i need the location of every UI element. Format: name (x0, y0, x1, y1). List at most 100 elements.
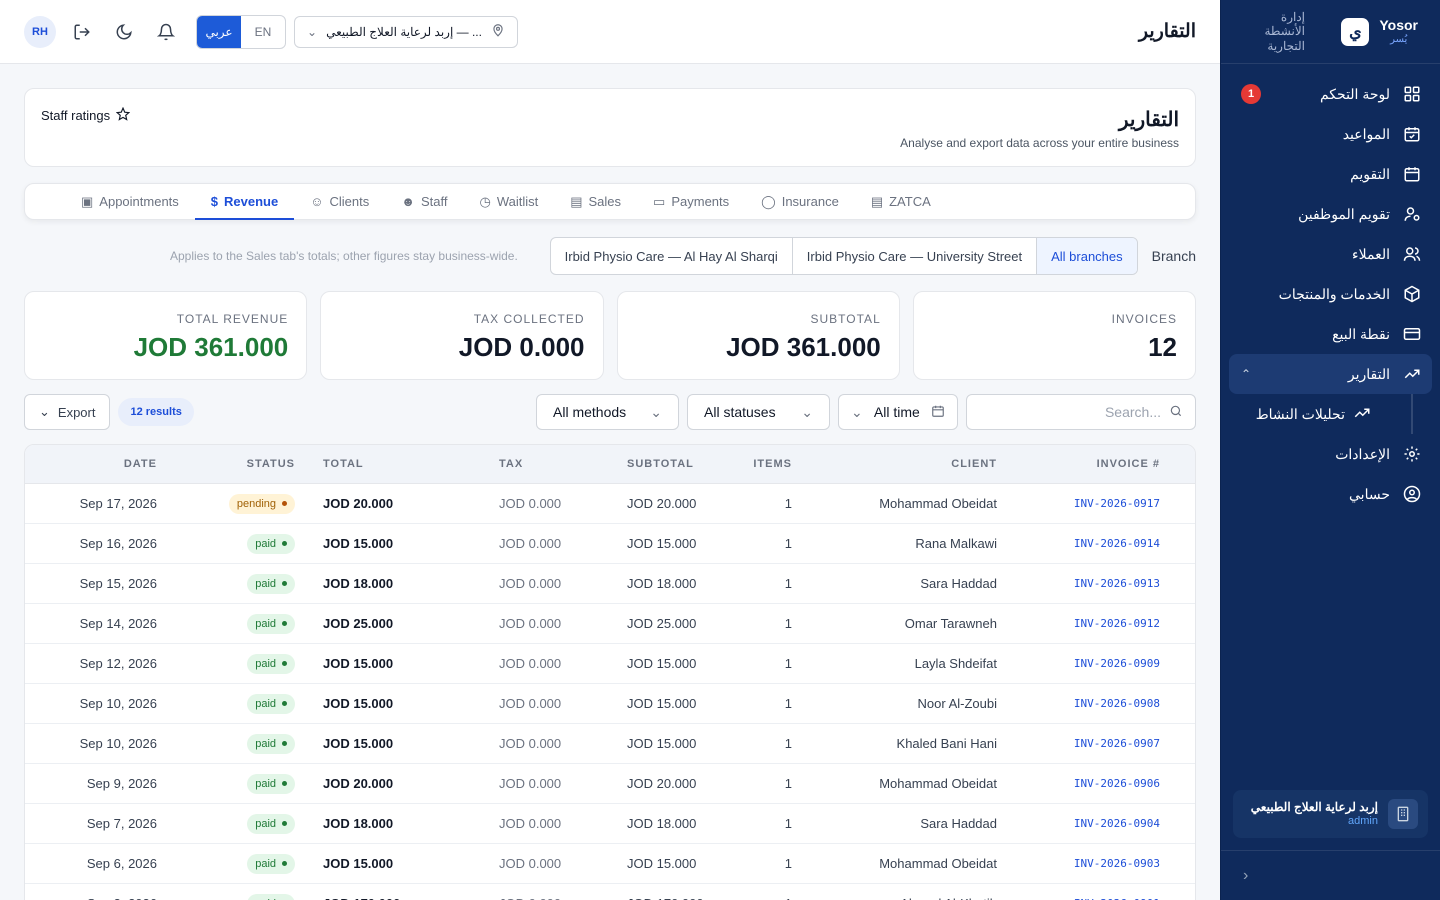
column-header-invoice[interactable]: INVOICE # (997, 458, 1174, 470)
logout-icon[interactable] (66, 16, 98, 48)
cell-items: 1 (784, 856, 792, 871)
column-header-date[interactable]: DATE (25, 458, 157, 470)
column-header-items[interactable]: ITEMS (704, 458, 792, 470)
cell-tax: JOD 0.000 (499, 736, 562, 751)
status-badge: paid (247, 653, 295, 674)
bell-icon[interactable] (150, 16, 182, 48)
cell-total: JOD 15.000 (323, 656, 394, 671)
tab-payments[interactable]: ▭ Payments (637, 184, 745, 219)
cell-invoice[interactable]: INV-2026-0906 (997, 777, 1174, 790)
cell-invoice[interactable]: INV-2026-0917 (997, 497, 1174, 510)
table-row[interactable]: Sep 10, 2026 paid JOD 15.000 JOD 0.000 JOD 1… (25, 684, 1195, 724)
table-row[interactable]: Sep 16, 2026 paid JOD 15.000 JOD 0.000 JOD 1… (25, 524, 1195, 564)
report-title: التقارير (1118, 109, 1179, 131)
cell-subtotal: JOD 15.000 (627, 736, 697, 751)
status-dot (282, 661, 287, 666)
sidebar-item-account[interactable]: حسابي (1229, 474, 1432, 514)
table-row[interactable]: Sep 7, 2026 paid JOD 18.000 JOD 0.000 JOD 18… (25, 804, 1195, 844)
sidebar-item-dashboard[interactable]: 1 لوحة التحكم (1229, 74, 1432, 114)
tab-clients[interactable]: ☺ Clients (294, 184, 385, 219)
table-row[interactable]: Sep 17, 2026 pending JOD 20.000 JOD 0.000 JO… (25, 484, 1195, 524)
collapse-sidebar-button[interactable]: › (1221, 850, 1440, 900)
branch-selector[interactable]: ⌄ إربد لرعاية العلاج الطبيعي — ... (294, 15, 518, 48)
cell-client: Sara Haddad (920, 816, 997, 831)
cell-invoice[interactable]: INV-2026-0909 (997, 657, 1174, 670)
tab-staff[interactable]: ☻ Staff (385, 184, 463, 219)
brand[interactable]: ي Yosor يُسر (1341, 17, 1418, 46)
cell-invoice[interactable]: INV-2026-0914 (997, 537, 1174, 550)
cell-invoice[interactable]: INV-2026-0903 (997, 857, 1174, 870)
cell-total: JOD 170.000 (295, 896, 448, 900)
tab-label: Sales (588, 194, 622, 209)
tab-appointments[interactable]: ▣ Appointments (65, 184, 195, 219)
notification-badge: 1 (1241, 84, 1261, 104)
staff-ratings-link[interactable]: Staff ratings (41, 105, 131, 125)
tab-sales[interactable]: ▤ Sales (554, 184, 637, 219)
branch-option-university-street[interactable]: Irbid Physio Care — University Street (791, 238, 1036, 274)
export-button[interactable]: ⌄ Export (24, 394, 111, 430)
stat-card-total-revenue: TOTAL REVENUE JOD 361.000 (24, 291, 308, 380)
results-count-badge: 12 results (118, 398, 194, 426)
sidebar-item-services[interactable]: الخدمات والمنتجات (1229, 274, 1432, 314)
table-row[interactable]: Sep 3, 2026paidJOD 170.000JOD 0.000JOD 1… (25, 884, 1195, 900)
statuses-select[interactable]: All statuses ⌄ (687, 394, 830, 430)
sidebar-subitem-activity-analytics[interactable]: تحليلات النشاط (1229, 394, 1413, 434)
column-header-subtotal[interactable]: SUBTOTAL (576, 458, 704, 470)
lang-english-button[interactable]: EN (241, 16, 285, 48)
cell-invoice[interactable]: INV-2026-0912 (997, 617, 1174, 630)
cell-subtotal: JOD 15.000 (627, 696, 697, 711)
sidebar-item-pos[interactable]: نقطة البيع (1229, 314, 1432, 354)
tab-revenue[interactable]: $ Revenue (194, 184, 295, 220)
main-content: Staff ratings التقارير Analyse and expor… (24, 88, 1196, 900)
table-row[interactable]: Sep 15, 2026 paid JOD 18.000 JOD 0.000 JOD 1… (25, 564, 1195, 604)
sidebar-item-reports[interactable]: ⌃ التقارير (1229, 354, 1432, 394)
tab-waitlist[interactable]: ◷ Waitlist (463, 184, 554, 219)
chevron-down-icon: ⌄ (801, 403, 813, 420)
column-header-status[interactable]: STATUS (157, 458, 295, 470)
chevron-up-icon[interactable]: ⌃ (1241, 367, 1251, 381)
cell-status: paid (157, 653, 295, 674)
branch-option-all[interactable]: All branches (1036, 238, 1137, 274)
table-row[interactable]: Sep 6, 2026 paid JOD 15.000 JOD 0.000 JOD 15… (25, 844, 1195, 884)
table-row[interactable]: Sep 12, 2026 paid JOD 15.000 JOD 0.000 JOD 1… (25, 644, 1195, 684)
sidebar-item-settings[interactable]: الإعدادات (1229, 434, 1432, 474)
cell-items: 1 (784, 696, 792, 711)
cell-status: paid (157, 533, 295, 554)
sidebar-item-appointments[interactable]: المواعيد (1229, 114, 1432, 154)
status-badge: pending (228, 493, 295, 514)
table-row[interactable]: Sep 10, 2026 paid JOD 15.000 JOD 0.000 JOD 1… (25, 724, 1195, 764)
branch-option-al-hay-al-sharqi[interactable]: Irbid Physio Care — Al Hay Al Sharqi (551, 238, 792, 274)
status-dot (282, 581, 287, 586)
tab-insurance[interactable]: ◯ Insurance (745, 184, 855, 219)
column-header-total[interactable]: TOTAL (295, 458, 448, 470)
time-range-select[interactable]: ⌄ All time (838, 394, 958, 430)
cell-invoice[interactable]: INV-2026-0913 (997, 577, 1174, 590)
avatar[interactable]: RH (24, 15, 56, 48)
sidebar-item-staff-calendar[interactable]: تقويم الموظفين (1229, 194, 1432, 234)
organization-card[interactable]: إربد لرعاية العلاج الطبيعي admin (1233, 790, 1428, 838)
cell-total: JOD 25.000 (323, 616, 394, 631)
methods-select[interactable]: All methods ⌄ (536, 394, 679, 430)
table-toolbar: ⌄ Export 12 results All methods ⌄ All st… (24, 394, 1196, 430)
cell-items: 1 (704, 896, 792, 900)
status-dot (282, 621, 287, 626)
column-header-tax[interactable]: TAX (448, 458, 576, 470)
cell-invoice[interactable]: INV-2026-0908 (997, 697, 1174, 710)
cell-invoice[interactable]: INV-2026-0904 (997, 817, 1174, 830)
tab-label: Insurance (781, 194, 839, 209)
cell-tax: JOD 0.000 (499, 576, 562, 591)
sidebar-item-label: تقويم الموظفين (1298, 205, 1390, 222)
brand-sub: يُسر (1390, 33, 1408, 45)
lang-arabic-button[interactable]: عربي (197, 15, 241, 48)
table-row[interactable]: Sep 9, 2026 paid JOD 20.000 JOD 0.000 JOD 20… (25, 764, 1195, 804)
column-header-client[interactable]: CLIENT (792, 458, 997, 470)
search-input[interactable]: Search... (966, 394, 1196, 430)
branch-selector-value: إربد لرعاية العلاج الطبيعي — ... (326, 24, 482, 39)
sidebar-item-clients[interactable]: العملاء (1229, 234, 1432, 274)
tab-zatca[interactable]: ▤ ZATCA (855, 184, 947, 219)
sidebar-item-calendar[interactable]: التقويم (1229, 154, 1432, 194)
cell-items: 1 (784, 496, 792, 511)
moon-icon[interactable] (108, 16, 140, 48)
cell-invoice[interactable]: INV-2026-0907 (997, 737, 1174, 750)
table-row[interactable]: Sep 14, 2026 paid JOD 25.000 JOD 0.000 JOD 2… (25, 604, 1195, 644)
